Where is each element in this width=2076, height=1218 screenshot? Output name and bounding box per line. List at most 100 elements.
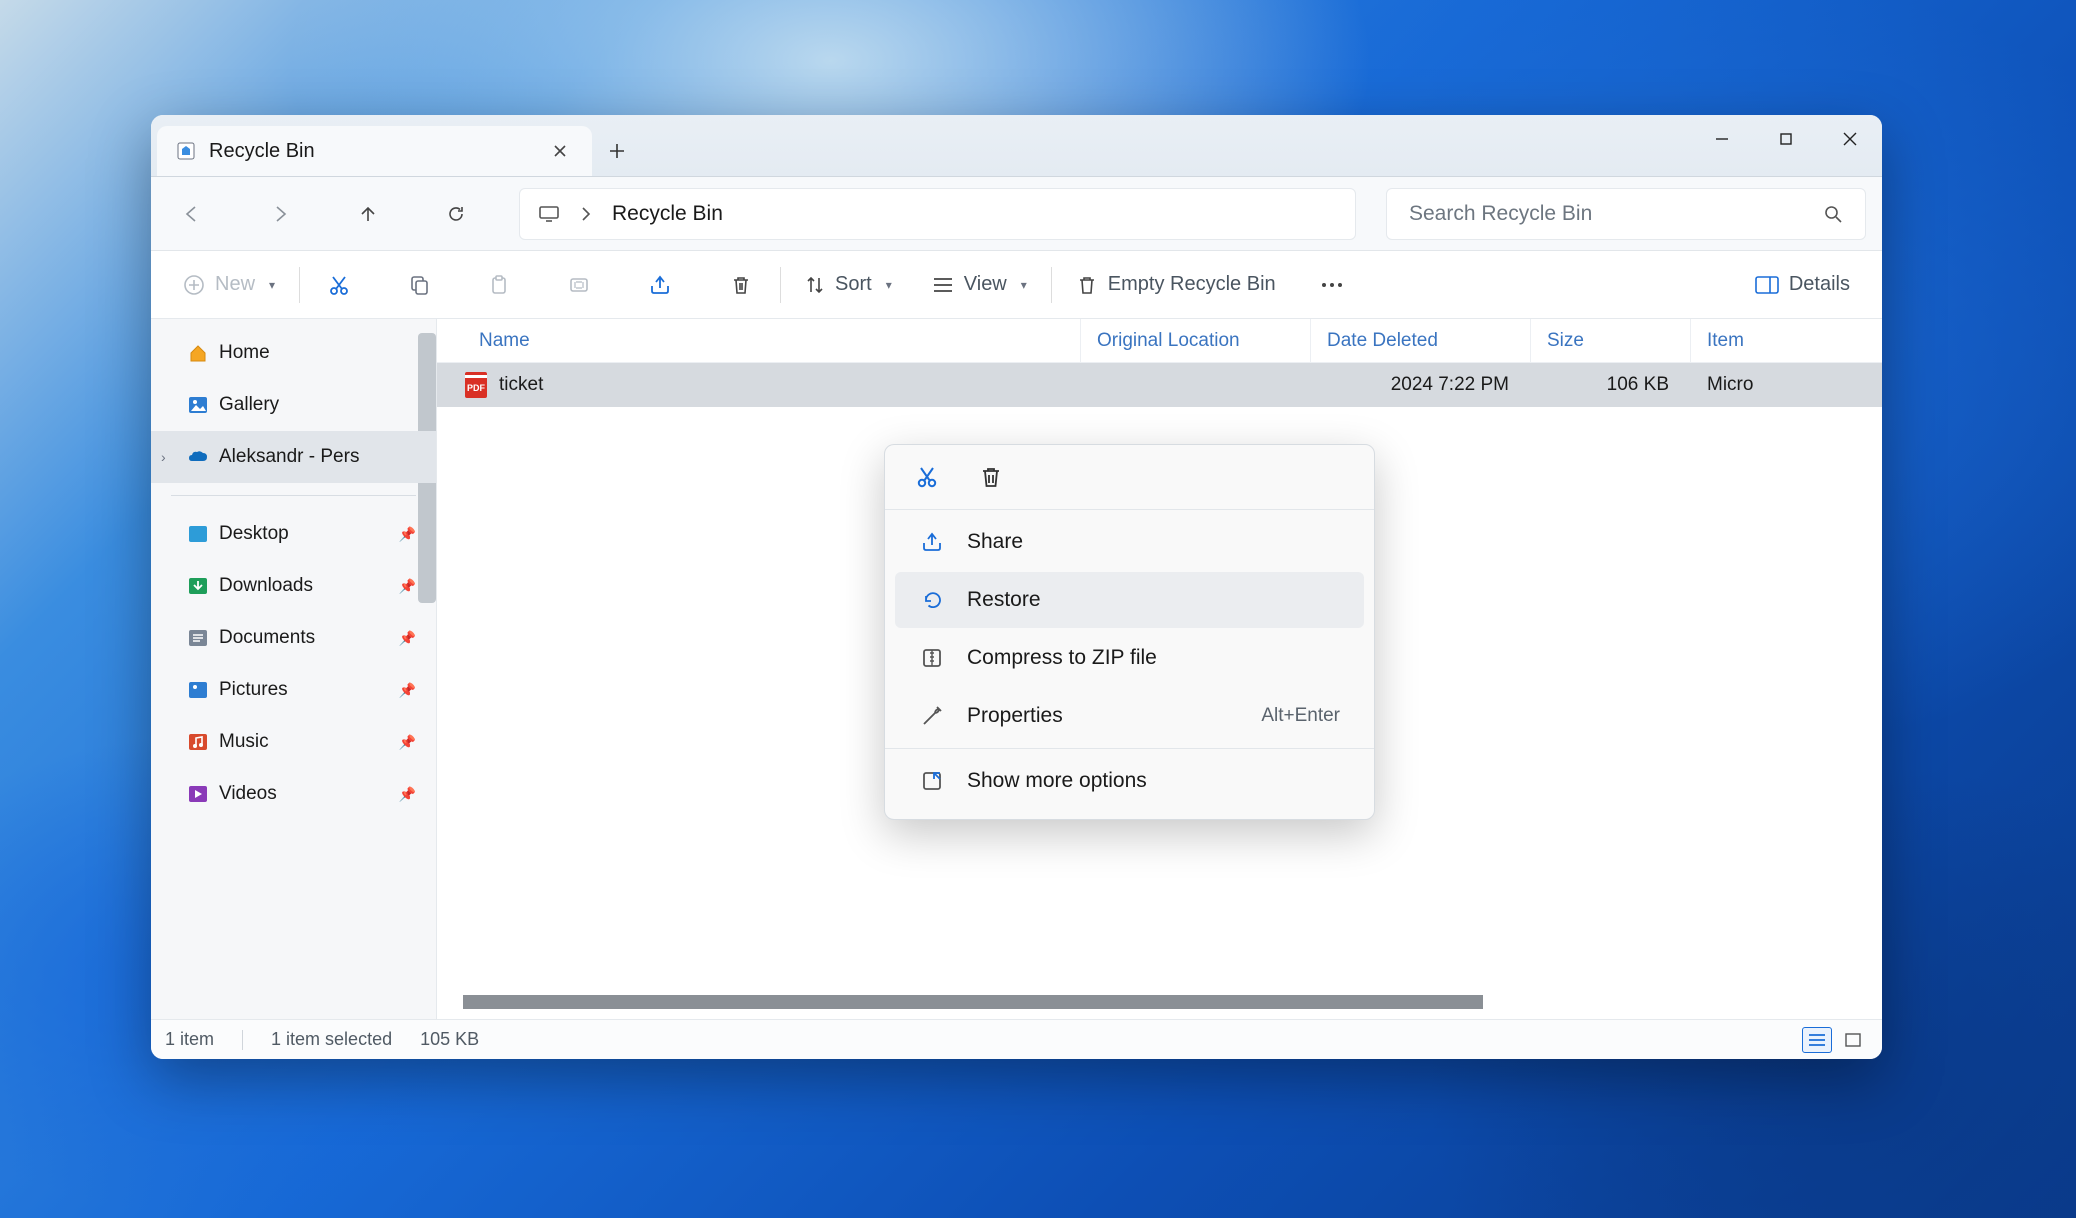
maximize-button[interactable] (1754, 115, 1818, 163)
sidebar-item-onedrive[interactable]: › Aleksandr - Pers (151, 431, 436, 483)
properties-icon (919, 704, 945, 728)
context-share[interactable]: Share (895, 514, 1364, 570)
search-field[interactable] (1386, 188, 1866, 240)
cut-button[interactable] (314, 263, 364, 307)
context-restore[interactable]: Restore (895, 572, 1364, 628)
view-toggle (1802, 1027, 1868, 1053)
scrollbar-thumb[interactable] (463, 995, 1483, 1009)
tab-title: Recycle Bin (209, 140, 534, 163)
copy-button[interactable] (394, 263, 444, 307)
toolbar: New ▾ Sort ▾ View ▾ (151, 251, 1882, 319)
column-date-deleted[interactable]: Date Deleted (1311, 319, 1531, 362)
gallery-icon (187, 394, 209, 416)
paste-button[interactable] (474, 263, 524, 307)
share-button[interactable] (634, 263, 686, 307)
forward-button[interactable] (255, 189, 305, 239)
desktop-icon (187, 523, 209, 545)
share-icon (919, 531, 945, 553)
column-name[interactable]: Name (437, 319, 1081, 362)
pin-icon: 📌 (399, 578, 416, 595)
pictures-icon (187, 679, 209, 701)
column-headers: Name Original Location Date Deleted Size… (437, 319, 1882, 363)
separator (242, 1030, 243, 1050)
details-view-button[interactable] (1802, 1027, 1832, 1053)
documents-icon (187, 627, 209, 649)
chevron-right-icon[interactable] (580, 206, 592, 222)
file-row[interactable]: PDF ticket 2024 7:22 PM 106 KB Micro (437, 363, 1882, 407)
up-button[interactable] (343, 189, 393, 239)
refresh-button[interactable] (431, 189, 481, 239)
divider (171, 495, 416, 496)
context-compress[interactable]: Compress to ZIP file (895, 630, 1364, 686)
file-name: ticket (499, 374, 543, 396)
back-button[interactable] (167, 189, 217, 239)
empty-recycle-bin-button[interactable]: Empty Recycle Bin (1066, 263, 1286, 307)
videos-icon (187, 783, 209, 805)
pin-icon: 📌 (399, 734, 416, 751)
sidebar-item-documents[interactable]: Documents 📌 (151, 612, 436, 664)
separator (1051, 267, 1052, 303)
window-controls (1690, 115, 1882, 163)
column-size[interactable]: Size (1531, 319, 1691, 362)
pin-icon: 📌 (399, 526, 416, 543)
context-cut-button[interactable] (909, 459, 945, 495)
more-button[interactable] (1306, 263, 1358, 307)
status-selected-size: 105 KB (420, 1029, 479, 1050)
sidebar-item-videos[interactable]: Videos 📌 (151, 768, 436, 820)
new-tab-button[interactable] (592, 126, 642, 176)
pdf-icon: PDF (465, 372, 487, 398)
chevron-down-icon: ▾ (269, 278, 275, 292)
address-path: Recycle Bin (612, 202, 723, 226)
tab-close-button[interactable] (546, 137, 574, 165)
pin-icon: 📌 (399, 682, 416, 699)
home-icon (187, 342, 209, 364)
pin-icon: 📌 (399, 786, 416, 803)
search-icon (1823, 204, 1843, 224)
shortcut-label: Alt+Enter (1261, 705, 1340, 727)
separator (780, 267, 781, 303)
sidebar-item-pictures[interactable]: Pictures 📌 (151, 664, 436, 716)
context-menu: Share Restore Compress to ZIP file Prope… (884, 444, 1375, 820)
context-show-more[interactable]: Show more options (895, 753, 1364, 809)
titlebar: Recycle Bin (151, 115, 1882, 177)
context-properties[interactable]: Properties Alt+Enter (895, 688, 1364, 744)
close-window-button[interactable] (1818, 115, 1882, 163)
recycle-bin-icon (175, 140, 197, 162)
divider (885, 748, 1374, 749)
rename-button[interactable] (554, 263, 604, 307)
zip-icon (919, 646, 945, 670)
more-options-icon (919, 769, 945, 793)
search-input[interactable] (1409, 202, 1809, 226)
delete-button[interactable] (716, 263, 766, 307)
thumbnails-view-button[interactable] (1838, 1027, 1868, 1053)
sidebar-item-desktop[interactable]: Desktop 📌 (151, 508, 436, 560)
restore-icon (919, 588, 945, 612)
chevron-down-icon: ▾ (886, 278, 892, 292)
sidebar-item-downloads[interactable]: Downloads 📌 (151, 560, 436, 612)
file-size: 106 KB (1531, 374, 1691, 396)
sidebar-item-gallery[interactable]: Gallery (151, 379, 436, 431)
tab[interactable]: Recycle Bin (157, 126, 592, 176)
status-selected-count: 1 item selected (271, 1029, 392, 1050)
details-pane-button[interactable]: Details (1745, 263, 1860, 307)
column-original-location[interactable]: Original Location (1081, 319, 1311, 362)
horizontal-scrollbar[interactable] (449, 991, 1870, 1013)
chevron-right-icon[interactable]: › (161, 449, 166, 465)
status-item-count: 1 item (165, 1029, 214, 1050)
onedrive-icon (187, 446, 209, 468)
new-button[interactable]: New ▾ (173, 263, 285, 307)
view-button[interactable]: View ▾ (922, 263, 1037, 307)
minimize-button[interactable] (1690, 115, 1754, 163)
file-type: Micro (1691, 374, 1882, 396)
chevron-down-icon: ▾ (1021, 278, 1027, 292)
address-field[interactable]: Recycle Bin (519, 188, 1356, 240)
sidebar-item-home[interactable]: Home (151, 327, 436, 379)
column-item-type[interactable]: Item (1691, 319, 1882, 362)
address-bar: Recycle Bin (151, 177, 1882, 251)
separator (299, 267, 300, 303)
sidebar-item-music[interactable]: Music 📌 (151, 716, 436, 768)
sort-button[interactable]: Sort ▾ (795, 263, 902, 307)
context-delete-button[interactable] (973, 459, 1009, 495)
this-pc-icon (538, 204, 560, 224)
sidebar: Home Gallery › Aleksandr - Pers Desktop … (151, 319, 437, 1019)
